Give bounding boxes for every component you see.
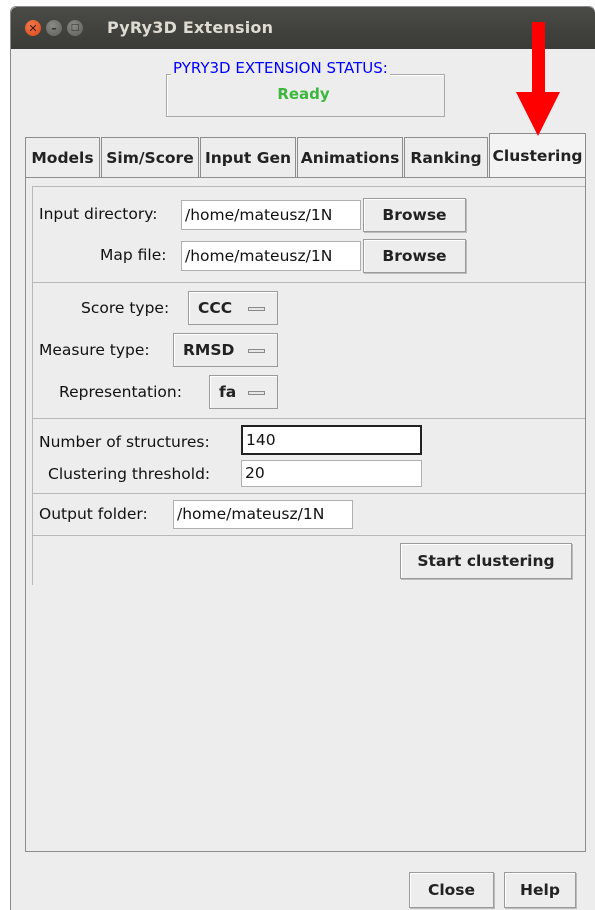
status-value: Ready — [277, 85, 330, 103]
output-folder-field[interactable]: /home/mateusz/1N — [173, 500, 353, 529]
tab-animations[interactable]: Animations — [297, 137, 403, 177]
tab-clustering[interactable]: Clustering — [489, 133, 586, 177]
score-type-value: CCC — [198, 299, 233, 317]
arrow-shaft — [532, 22, 545, 94]
status-title: PYRY3D EXTENSION STATUS: — [171, 59, 390, 77]
menu-indicator-icon — [248, 391, 265, 395]
score-type-menu[interactable]: CCC — [188, 291, 278, 325]
help-button[interactable]: Help — [504, 872, 576, 908]
input-directory-label: Input directory: — [39, 205, 158, 223]
output-group: Output folder: /home/mateusz/1N — [32, 493, 585, 535]
maximize-window-icon[interactable]: □ — [67, 20, 83, 36]
map-file-label: Map file: — [100, 246, 167, 264]
input-group: Input directory: /home/mateusz/1N Browse… — [32, 186, 585, 282]
menu-indicator-icon — [248, 307, 265, 311]
arrow-head — [516, 92, 560, 136]
tab-sim-score[interactable]: Sim/Score — [101, 137, 199, 177]
clustering-threshold-label: Clustering threshold: — [48, 465, 211, 483]
close-window-icon[interactable]: ✕ — [25, 20, 41, 36]
measure-type-value: RMSD — [183, 341, 235, 359]
measure-type-label: Measure type: — [39, 341, 150, 359]
options-group: Score type: CCC Measure type: RMSD Repre… — [32, 282, 585, 418]
tab-ranking[interactable]: Ranking — [404, 137, 488, 177]
title-bar: ✕ – □ PyRy3D Extension — [11, 7, 595, 49]
representation-menu[interactable]: fa — [209, 375, 278, 409]
tab-models[interactable]: Models — [25, 137, 100, 177]
input-directory-field[interactable]: /home/mateusz/1N — [181, 200, 361, 230]
parameters-group: Number of structures: 140 Clustering thr… — [32, 418, 585, 493]
action-group: Start clustering — [32, 535, 585, 585]
pyry3d-extension-window: ✕ – □ PyRy3D Extension PYRY3D EXTENSION … — [10, 6, 595, 910]
map-file-field[interactable]: /home/mateusz/1N — [181, 241, 361, 271]
close-button[interactable]: Close — [409, 872, 494, 908]
minimize-window-icon[interactable]: – — [46, 20, 62, 36]
measure-type-menu[interactable]: RMSD — [173, 333, 278, 367]
number-of-structures-label: Number of structures: — [39, 433, 210, 451]
browse-input-directory-button[interactable]: Browse — [363, 198, 466, 232]
start-clustering-button[interactable]: Start clustering — [400, 543, 572, 579]
score-type-label: Score type: — [81, 299, 170, 317]
window-title: PyRy3D Extension — [107, 18, 274, 37]
representation-value: fa — [219, 383, 237, 401]
tab-input-gen[interactable]: Input Gen — [200, 137, 296, 177]
browse-map-file-button[interactable]: Browse — [363, 239, 466, 273]
menu-indicator-icon — [248, 349, 265, 353]
representation-label: Representation: — [59, 383, 182, 401]
clustering-panel: Input directory: /home/mateusz/1N Browse… — [25, 177, 586, 852]
output-folder-label: Output folder: — [39, 505, 148, 523]
clustering-threshold-field[interactable]: 20 — [241, 460, 422, 487]
number-of-structures-field[interactable]: 140 — [241, 425, 422, 455]
